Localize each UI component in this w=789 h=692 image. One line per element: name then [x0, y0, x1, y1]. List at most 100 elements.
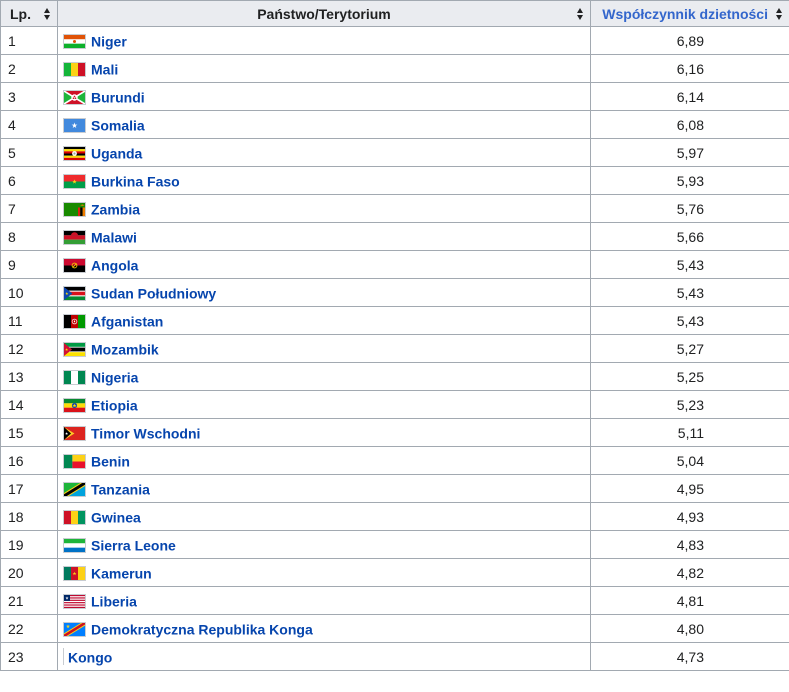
country-link[interactable]: Demokratyczna Republika Konga: [91, 621, 313, 637]
country-link[interactable]: Angola: [91, 257, 138, 273]
country-link[interactable]: Somalia: [91, 117, 145, 133]
fertility-value-cell: 5,23: [590, 390, 789, 419]
burundi-flag-icon[interactable]: [63, 89, 86, 105]
afghanistan-flag-icon[interactable]: [63, 313, 86, 329]
country-cell: Timor Wschodni: [57, 418, 591, 447]
south-sudan-flag-icon[interactable]: [63, 285, 86, 301]
country-link[interactable]: Timor Wschodni: [91, 425, 200, 441]
country-link[interactable]: Afganistan: [91, 313, 163, 329]
country-link[interactable]: Sudan Południowy: [91, 285, 216, 301]
rank-cell: 5: [0, 138, 58, 167]
table-row: 19 Sierra Leone 4,83: [0, 530, 789, 559]
country-link[interactable]: Burkina Faso: [91, 173, 180, 189]
rank-cell: 7: [0, 194, 58, 223]
mali-flag-icon[interactable]: [63, 61, 86, 77]
sort-icon[interactable]: [577, 8, 584, 20]
cameroon-flag-icon[interactable]: [63, 565, 86, 581]
table-row: 2 Mali 6,16: [0, 54, 789, 83]
table-row: 11 Afganistan 5,43: [0, 306, 789, 335]
rank-cell: 1: [0, 26, 58, 55]
ethiopia-flag-icon[interactable]: [63, 397, 86, 413]
rank-cell: 8: [0, 222, 58, 251]
angola-flag-icon[interactable]: [63, 257, 86, 273]
tanzania-flag-icon[interactable]: [63, 481, 86, 497]
country-cell: Kamerun: [57, 558, 591, 587]
country-link[interactable]: Mali: [91, 61, 118, 77]
benin-flag-icon[interactable]: [63, 453, 86, 469]
table-row: 3 Burundi 6,14: [0, 82, 789, 111]
rank-cell: 18: [0, 502, 58, 531]
rank-cell: 15: [0, 418, 58, 447]
fertility-value-cell: 5,76: [590, 194, 789, 223]
rank-cell: 3: [0, 82, 58, 111]
country-link[interactable]: Tanzania: [91, 481, 150, 497]
rank-cell: 21: [0, 586, 58, 615]
country-link[interactable]: Liberia: [91, 593, 137, 609]
table-row: 9 Angola 5,43: [0, 250, 789, 279]
guinea-flag-icon[interactable]: [63, 509, 86, 525]
mozambique-flag-icon[interactable]: [63, 341, 86, 357]
fertility-value-cell: 6,16: [590, 54, 789, 83]
value-column-header[interactable]: Współczynnik dzietności: [590, 0, 789, 27]
country-column-header[interactable]: Państwo/Terytorium: [57, 0, 591, 27]
fertility-value-cell: 5,43: [590, 306, 789, 335]
dr-congo-flag-icon[interactable]: [63, 621, 86, 637]
country-link[interactable]: Malawi: [91, 229, 137, 245]
country-cell: Kongo: [57, 642, 591, 671]
fertility-value-cell: 4,95: [590, 474, 789, 503]
country-cell: Benin: [57, 446, 591, 475]
zambia-flag-icon[interactable]: [63, 201, 86, 217]
country-link[interactable]: Sierra Leone: [91, 537, 176, 553]
table-row: 1 Niger 6,89: [0, 26, 789, 55]
country-cell: Niger: [57, 26, 591, 55]
table-row: 4 Somalia 6,08: [0, 110, 789, 139]
table-row: 22 Demokratyczna Republika Konga 4,80: [0, 614, 789, 643]
timor-leste-flag-icon[interactable]: [63, 425, 86, 441]
niger-flag-icon[interactable]: [63, 33, 86, 49]
malawi-flag-icon[interactable]: [63, 229, 86, 245]
fertility-value-cell: 4,82: [590, 558, 789, 587]
table-row: 5 Uganda 5,97: [0, 138, 789, 167]
rank-cell: 14: [0, 390, 58, 419]
fertility-value-cell: 5,97: [590, 138, 789, 167]
country-cell: Nigeria: [57, 362, 591, 391]
country-cell: Somalia: [57, 110, 591, 139]
nigeria-flag-icon[interactable]: [63, 369, 86, 385]
country-link[interactable]: Benin: [91, 453, 130, 469]
table-row: 20 Kamerun 4,82: [0, 558, 789, 587]
country-link[interactable]: Gwinea: [91, 509, 141, 525]
table-row: 14 Etiopia 5,23: [0, 390, 789, 419]
table-row: 12 Mozambik 5,27: [0, 334, 789, 363]
somalia-flag-icon[interactable]: [63, 117, 86, 133]
liberia-flag-icon[interactable]: [63, 593, 86, 609]
rank-header-label: Lp.: [10, 5, 31, 22]
sierra-leone-flag-icon[interactable]: [63, 537, 86, 553]
country-link[interactable]: Niger: [91, 33, 127, 49]
country-cell: Sudan Południowy: [57, 278, 591, 307]
country-link[interactable]: Burundi: [91, 89, 145, 105]
country-link[interactable]: Mozambik: [91, 341, 159, 357]
country-link[interactable]: Etiopia: [91, 397, 138, 413]
country-link[interactable]: Uganda: [91, 145, 142, 161]
sort-icon[interactable]: [44, 8, 51, 20]
country-link[interactable]: Zambia: [91, 201, 140, 217]
value-header-label: Współczynnik dzietności: [602, 5, 768, 22]
rank-cell: 11: [0, 306, 58, 335]
rank-column-header[interactable]: Lp.: [0, 0, 58, 27]
fertility-value-cell: 5,93: [590, 166, 789, 195]
table-row: 21 Liberia 4,81: [0, 586, 789, 615]
rank-cell: 2: [0, 54, 58, 83]
table-row: 13 Nigeria 5,25: [0, 362, 789, 391]
uganda-flag-icon[interactable]: [63, 145, 86, 161]
country-link[interactable]: Kongo: [68, 649, 112, 665]
table-header-row: Lp. Państwo/Terytorium Współczynnik dzie…: [0, 0, 789, 27]
country-link[interactable]: Nigeria: [91, 369, 138, 385]
table-row: 18 Gwinea 4,93: [0, 502, 789, 531]
country-link[interactable]: Kamerun: [91, 565, 152, 581]
table-row: 8 Malawi 5,66: [0, 222, 789, 251]
burkina-faso-flag-icon[interactable]: [63, 173, 86, 189]
table-row: 23 Kongo 4,73: [0, 642, 789, 671]
sort-icon[interactable]: [776, 8, 783, 20]
country-cell: Zambia: [57, 194, 591, 223]
fertility-value-cell: 5,43: [590, 278, 789, 307]
